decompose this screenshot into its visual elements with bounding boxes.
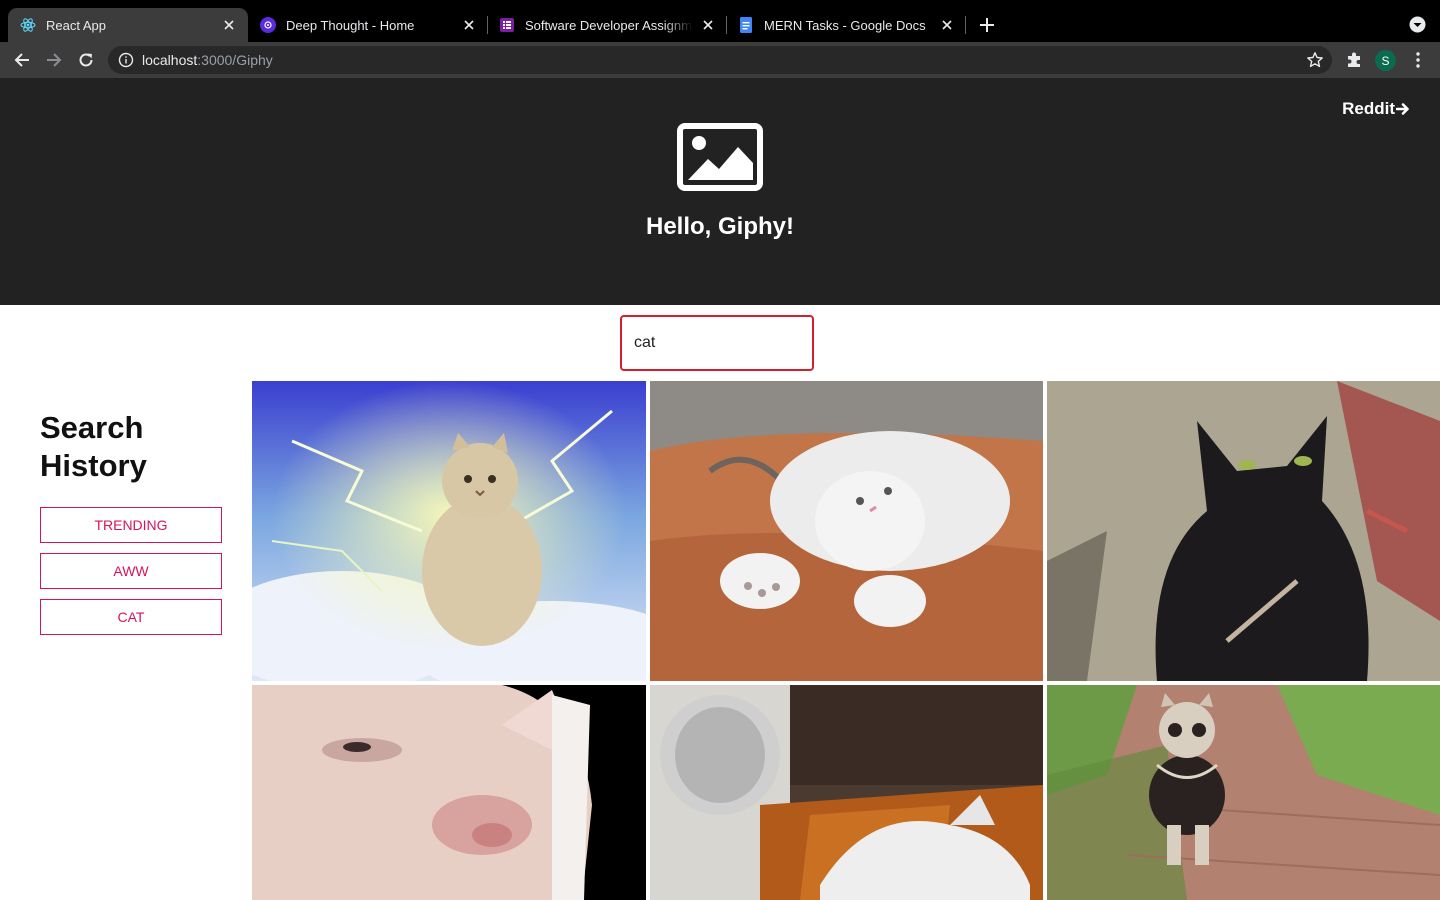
browser-toolbar: localhost:3000/Giphy	[0, 42, 1440, 78]
bookmark-star-icon[interactable]	[1306, 51, 1324, 69]
history-item-cat[interactable]: CAT	[40, 599, 222, 635]
tab-software-developer-assignment[interactable]: Software Developer Assignment	[487, 8, 727, 42]
browser-menu-icon[interactable]	[1406, 48, 1430, 72]
image-icon	[677, 123, 763, 191]
new-tab-icon[interactable]	[975, 13, 999, 37]
site-info-icon[interactable]	[118, 52, 134, 68]
profile-avatar[interactable]: S	[1375, 50, 1396, 71]
close-tab-icon[interactable]	[699, 16, 717, 34]
back-arrow-icon[interactable]	[10, 48, 34, 72]
reload-icon[interactable]	[74, 48, 98, 72]
tab-search-icon[interactable]	[1408, 15, 1427, 34]
tab-title: Software Developer Assignment	[525, 17, 693, 33]
gif-image	[252, 685, 646, 900]
gif-item[interactable]	[650, 381, 1043, 681]
tab-mern-tasks[interactable]: MERN Tasks - Google Docs	[726, 8, 966, 42]
tab-separator	[965, 16, 966, 34]
gif-item[interactable]	[650, 685, 1043, 900]
reddit-nav-link[interactable]: Reddit	[1342, 99, 1410, 119]
address-bar[interactable]: localhost:3000/Giphy	[108, 46, 1332, 74]
tab-title: Deep Thought - Home	[286, 17, 415, 33]
gif-item[interactable]	[1047, 685, 1440, 900]
deep-thought-logo-icon	[260, 17, 276, 33]
history-item-trending[interactable]: TRENDING	[40, 507, 222, 543]
gif-image	[252, 381, 646, 681]
page-title: Hello, Giphy!	[645, 213, 794, 240]
url-path: :3000/Giphy	[197, 52, 273, 68]
tab-title: React App	[46, 17, 106, 33]
close-tab-icon[interactable]	[220, 16, 238, 34]
search-history-panel: Search History TRENDING AWW CAT	[40, 409, 222, 635]
gif-item[interactable]	[252, 381, 646, 681]
gif-image	[650, 685, 1043, 900]
gif-item[interactable]	[252, 685, 646, 900]
page-header: Reddit Hello, Giphy!	[0, 78, 1440, 305]
reddit-link-label: Reddit	[1342, 99, 1395, 118]
react-logo-icon	[20, 17, 36, 33]
url-host: localhost	[142, 52, 198, 68]
gif-item[interactable]	[1047, 381, 1440, 681]
search-input[interactable]	[620, 315, 814, 371]
url-text: localhost:3000/Giphy	[142, 52, 273, 68]
gif-image	[650, 381, 1043, 681]
tab-deep-thought[interactable]: Deep Thought - Home	[248, 8, 488, 42]
gif-image	[1047, 381, 1440, 681]
close-tab-icon[interactable]	[938, 16, 956, 34]
history-item-aww[interactable]: AWW	[40, 553, 222, 589]
extensions-puzzle-icon[interactable]	[1342, 48, 1366, 72]
tab-title: MERN Tasks - Google Docs	[764, 17, 926, 33]
gif-image	[1047, 685, 1440, 900]
browser-tab-strip: React App Deep Thought - Home Software D…	[0, 0, 1440, 42]
close-tab-icon[interactable]	[460, 16, 478, 34]
google-docs-icon	[738, 17, 754, 33]
google-forms-icon	[499, 17, 515, 33]
search-history-title: Search History	[40, 410, 147, 483]
tab-react-app[interactable]: React App	[8, 8, 248, 42]
forward-arrow-icon[interactable]	[42, 48, 66, 72]
arrow-right-icon	[1396, 103, 1409, 115]
